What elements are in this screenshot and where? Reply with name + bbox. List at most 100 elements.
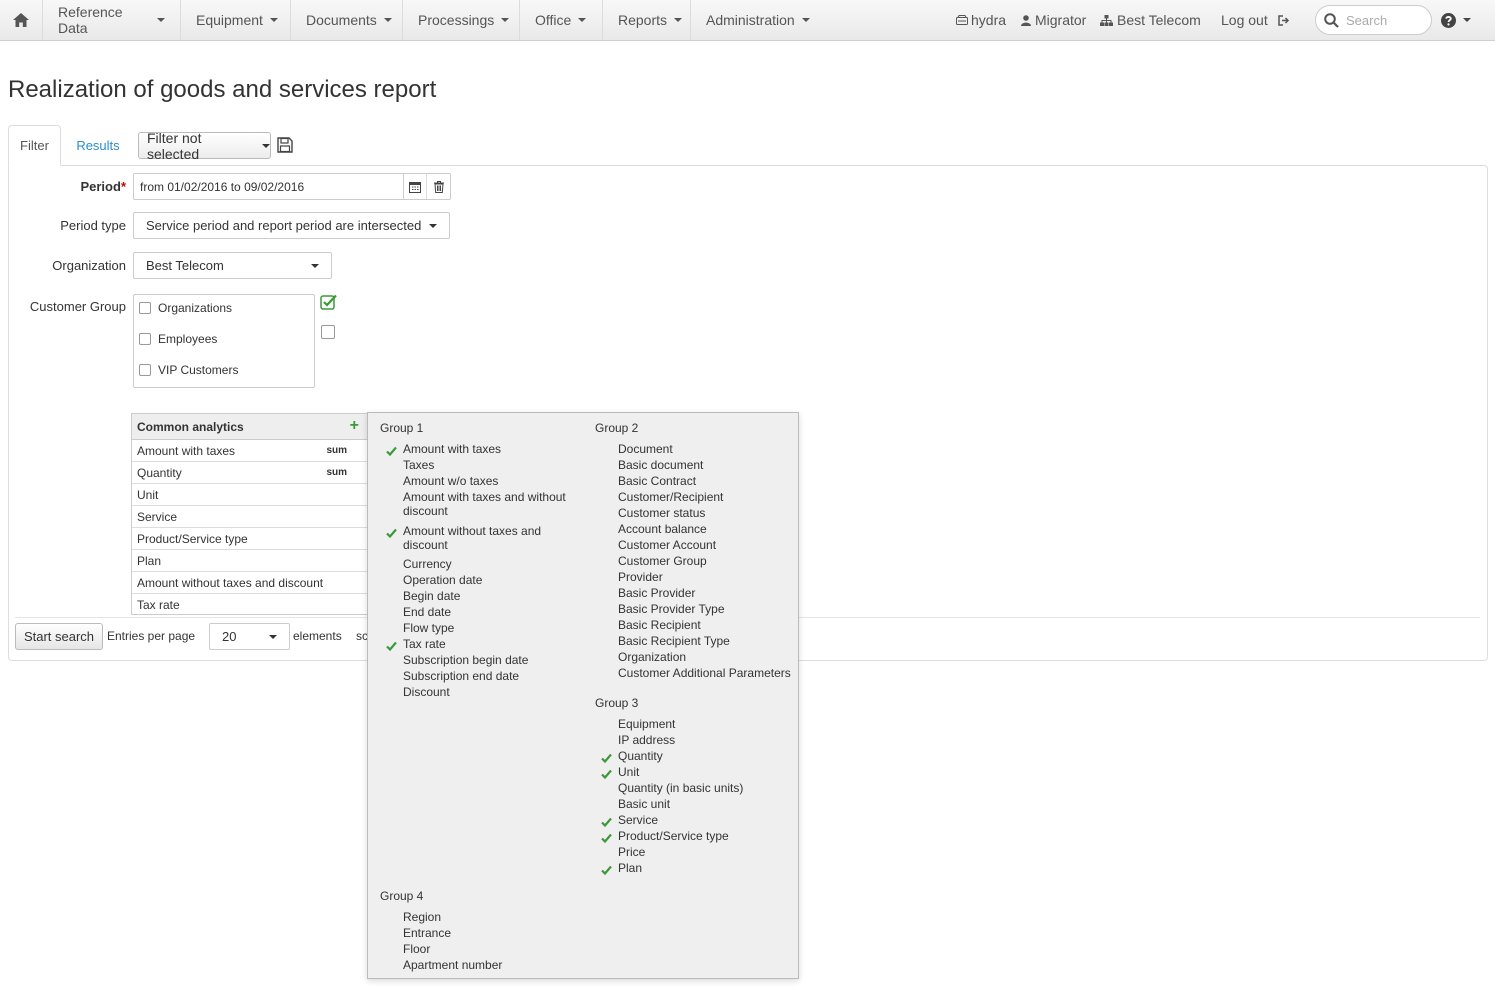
aggregate-label[interactable]: sum: [326, 445, 347, 456]
company-link[interactable]: Best Telecom: [1100, 0, 1201, 40]
search-box[interactable]: [1315, 5, 1432, 35]
analytic-option[interactable]: Plan: [618, 861, 642, 875]
checkmark-icon: [601, 751, 612, 766]
analytic-option[interactable]: Document: [618, 442, 673, 456]
analytic-option[interactable]: Equipment: [618, 717, 675, 731]
analytic-option[interactable]: Currency: [403, 557, 452, 571]
help-menu[interactable]: [1441, 0, 1471, 40]
analytic-option[interactable]: Region: [403, 910, 441, 924]
analytic-option[interactable]: Price: [618, 845, 645, 859]
period-field[interactable]: from 01/02/2016 to 09/02/2016: [133, 173, 451, 200]
customer-group-option[interactable]: Organizations: [139, 301, 232, 315]
tab-filter[interactable]: Filter: [8, 125, 61, 166]
analytic-option[interactable]: Subscription begin date: [403, 653, 528, 667]
analytic-option[interactable]: Account balance: [618, 522, 707, 536]
analytic-option[interactable]: Customer/Recipient: [618, 490, 723, 504]
user-icon: [1021, 14, 1031, 26]
analytics-table: Common analytics + Amount with taxes sum …: [131, 413, 368, 615]
customer-group-option[interactable]: VIP Customers: [139, 363, 238, 377]
analytic-option[interactable]: Discount: [403, 685, 450, 699]
tab-results[interactable]: Results: [64, 125, 132, 165]
analytic-option[interactable]: Quantity (in basic units): [618, 781, 743, 795]
analytic-option[interactable]: Entrance: [403, 926, 451, 940]
deselect-all-button[interactable]: [321, 325, 335, 339]
analytic-option[interactable]: Operation date: [403, 573, 482, 587]
help-icon: [1441, 12, 1456, 28]
analytics-row[interactable]: Plan: [132, 550, 367, 572]
analytic-option[interactable]: Basic unit: [618, 797, 670, 811]
checkbox[interactable]: [139, 302, 151, 314]
analytic-option[interactable]: Amount with taxes and without discount: [403, 490, 578, 518]
user-area: hydra Migrator Best Telecom Log out: [0, 0, 1495, 40]
analytics-row[interactable]: Unit: [132, 484, 367, 506]
analytic-option[interactable]: Tax rate: [403, 637, 446, 651]
start-search-button[interactable]: Start search: [15, 623, 103, 650]
period-label: Period*: [80, 179, 126, 194]
server-indicator[interactable]: hydra: [956, 0, 1006, 40]
calendar-button[interactable]: [404, 174, 427, 199]
analytics-row[interactable]: Tax rate: [132, 594, 367, 616]
period-type-label: Period type: [60, 218, 126, 233]
required-marker: *: [120, 179, 126, 194]
page-title: Realization of goods and services report: [8, 76, 437, 103]
clear-period-button[interactable]: [427, 174, 450, 199]
analytic-option[interactable]: Taxes: [403, 458, 434, 472]
analytic-option[interactable]: Customer Group: [618, 554, 707, 568]
analytic-option[interactable]: Provider: [618, 570, 663, 584]
group-1-title: Group 1: [380, 421, 424, 435]
entries-per-page-select[interactable]: 20: [209, 623, 290, 650]
group-2-title: Group 2: [595, 421, 639, 435]
customer-group-option[interactable]: Employees: [139, 332, 217, 346]
organization-select[interactable]: Best Telecom: [133, 252, 332, 279]
analytic-option[interactable]: Organization: [618, 650, 686, 664]
select-all-button[interactable]: [320, 294, 338, 313]
check-square-icon: [320, 294, 337, 310]
analytic-option[interactable]: Amount without taxes and discount: [403, 524, 578, 552]
analytic-option[interactable]: Basic Provider: [618, 586, 695, 600]
elements-label: elements: [293, 629, 342, 643]
chevron-down-icon: [1463, 18, 1471, 22]
analytic-option[interactable]: Customer status: [618, 506, 705, 520]
checkbox[interactable]: [139, 333, 151, 345]
analytic-option[interactable]: Floor: [403, 942, 430, 956]
analytic-option[interactable]: Customer Additional Parameters: [618, 666, 791, 680]
logout-icon: [1277, 14, 1289, 26]
analytic-option[interactable]: Subscription end date: [403, 669, 519, 683]
analytic-option[interactable]: Amount with taxes: [403, 442, 501, 456]
analytics-picker-popup: Group 1 Group 2 Group 3 Group 4 Amount w…: [367, 412, 799, 979]
search-input[interactable]: [1344, 11, 1424, 29]
analytics-row[interactable]: Product/Service type: [132, 528, 367, 550]
analytic-option[interactable]: Flow type: [403, 621, 454, 635]
checkbox[interactable]: [139, 364, 151, 376]
save-filter-button[interactable]: [277, 137, 293, 156]
analytic-option[interactable]: Unit: [618, 765, 639, 779]
analytics-row[interactable]: Amount without taxes and discount: [132, 572, 367, 594]
logout-link[interactable]: Log out: [1221, 0, 1290, 40]
analytic-option[interactable]: End date: [403, 605, 451, 619]
analytic-option[interactable]: Basic Recipient: [618, 618, 701, 632]
analytic-option[interactable]: Amount w/o taxes: [403, 474, 498, 488]
period-type-select[interactable]: Service period and report period are int…: [133, 212, 450, 239]
analytic-option[interactable]: Basic document: [618, 458, 703, 472]
user-link[interactable]: Migrator: [1021, 0, 1086, 40]
analytics-row[interactable]: Quantity sum: [132, 462, 367, 484]
checkmark-icon: [386, 526, 397, 541]
period-input[interactable]: from 01/02/2016 to 09/02/2016: [134, 174, 404, 199]
analytic-option[interactable]: Basic Recipient Type: [618, 634, 730, 648]
add-analytic-button[interactable]: +: [350, 417, 359, 435]
analytic-option[interactable]: Apartment number: [403, 958, 502, 972]
analytic-option[interactable]: IP address: [618, 733, 675, 747]
analytic-option[interactable]: Product/Service type: [618, 829, 729, 843]
checkmark-icon: [601, 863, 612, 878]
aggregate-label[interactable]: sum: [326, 467, 347, 478]
analytic-option[interactable]: Service: [618, 813, 658, 827]
checkmark-icon: [601, 831, 612, 846]
analytic-option[interactable]: Quantity: [618, 749, 663, 763]
saved-filter-select[interactable]: Filter not selected: [138, 130, 271, 162]
analytic-option[interactable]: Basic Provider Type: [618, 602, 725, 616]
analytics-row[interactable]: Amount with taxes sum: [132, 440, 367, 462]
analytic-option[interactable]: Basic Contract: [618, 474, 696, 488]
analytic-option[interactable]: Begin date: [403, 589, 460, 603]
analytic-option[interactable]: Customer Account: [618, 538, 716, 552]
analytics-row[interactable]: Service: [132, 506, 367, 528]
